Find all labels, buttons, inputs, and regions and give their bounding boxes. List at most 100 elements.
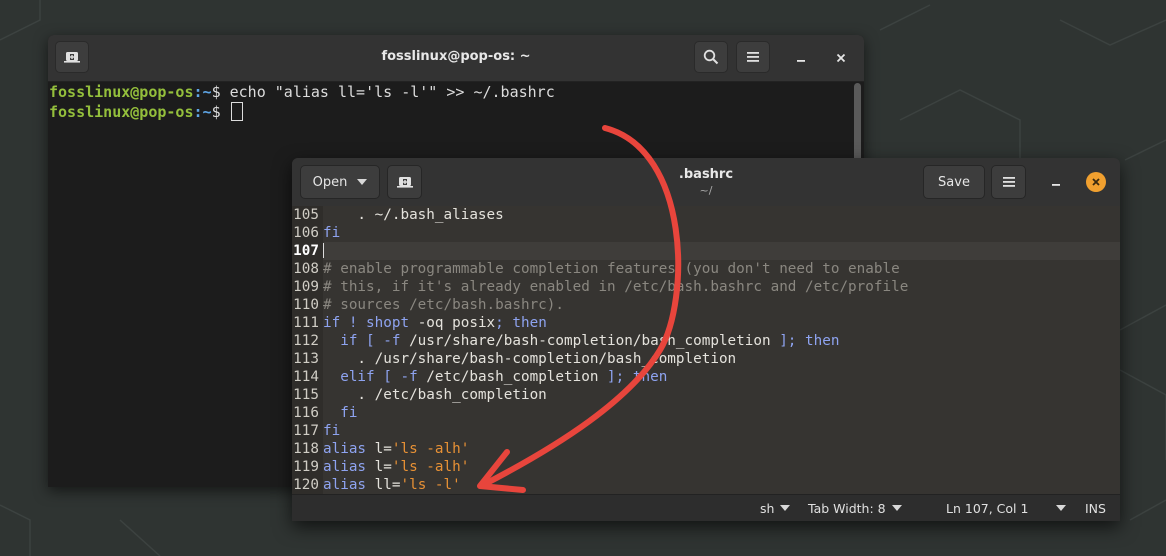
code-token: 'ls -l'	[400, 477, 461, 493]
editor-header-bar: Open .bashrc ~/ Save	[292, 158, 1120, 207]
code-line[interactable]: 114 elif [ -f /etc/bash_completion ]; th…	[292, 368, 1120, 386]
code-token: # enable programmable completion feature…	[323, 261, 900, 277]
code-token: alias	[323, 459, 367, 475]
terminal-line: fosslinux@pop-os:~$ echo "alias ll='ls -…	[48, 82, 852, 102]
code-line[interactable]: 113 . /usr/share/bash-completion/bash_co…	[292, 350, 1120, 368]
code-token: fi	[323, 405, 358, 421]
code-token: ll=	[366, 477, 401, 493]
code-token: alias	[323, 477, 367, 493]
line-number: 115	[292, 386, 323, 404]
minimize-button[interactable]	[1045, 171, 1067, 193]
close-icon	[1092, 178, 1100, 186]
code-token: 'ls -alh'	[391, 441, 470, 457]
code-line[interactable]: 108 # enable programmable completion feat…	[292, 260, 1120, 278]
code-token: . /usr/share/bash-completion/bash_comple…	[323, 351, 737, 367]
code-token: . /etc/bash_completion	[323, 387, 547, 403]
line-number: 108	[292, 260, 323, 278]
save-button[interactable]: Save	[923, 165, 985, 199]
line-number: 114	[292, 368, 323, 386]
chevron-down-icon	[891, 505, 902, 511]
editor-menu-button[interactable]	[991, 165, 1026, 199]
prompt-symbol: $	[211, 83, 230, 101]
line-number: 107	[292, 242, 323, 260]
line-number: 113	[292, 350, 323, 368]
code-line[interactable]: 118 alias l='ls -alh'	[292, 440, 1120, 458]
line-number: 117	[292, 422, 323, 440]
code-token: ; then	[495, 315, 547, 331]
code-token: /etc/bash_completion	[426, 369, 599, 385]
line-number: 118	[292, 440, 323, 458]
code-line[interactable]: 117 fi	[292, 422, 1120, 440]
code-token: # sources /etc/bash.bashrc).	[323, 297, 565, 313]
line-number: 120	[292, 476, 323, 494]
terminal-cursor	[230, 102, 243, 121]
insert-mode-indicator[interactable]: INS	[1085, 501, 1106, 516]
line-number: 110	[292, 296, 323, 314]
terminal-line: fosslinux@pop-os:~$	[48, 102, 852, 122]
code-token: fi	[323, 225, 341, 241]
code-line[interactable]: 111 if ! shopt -oq posix; then	[292, 314, 1120, 332]
language-label: sh	[760, 501, 775, 516]
line-number: 119	[292, 458, 323, 476]
code-token: if	[323, 315, 341, 331]
prompt-user: fosslinux@pop-os	[49, 103, 194, 121]
code-token: alias	[323, 441, 367, 457]
code-token: l=	[366, 441, 392, 457]
code-token: l=	[366, 459, 392, 475]
code-token: shopt	[366, 315, 410, 331]
code-token: /usr/share/bash-completion/bash_completi…	[409, 333, 771, 349]
code-token: . ~/.bash_aliases	[323, 207, 504, 223]
save-button-label: Save	[938, 174, 970, 190]
code-token: fi	[323, 423, 341, 439]
chevron-down-icon	[780, 505, 791, 511]
code-token: # this, if it's already enabled in /etc/…	[323, 279, 909, 295]
tab-width-selector[interactable]: Tab Width: 8	[808, 501, 902, 516]
hamburger-icon	[747, 52, 759, 62]
code-line[interactable]: 109 # this, if it's already enabled in /e…	[292, 278, 1120, 296]
minimize-button[interactable]	[790, 47, 812, 69]
command-text: echo "alias ll='ls -l'" >> ~/.bashrc	[229, 83, 555, 101]
code-token: ]; then	[770, 333, 840, 349]
status-bar: sh Tab Width: 8 Ln 107, Col 1 INS	[292, 494, 1120, 521]
search-icon	[703, 49, 719, 65]
close-button[interactable]	[830, 47, 852, 69]
minimize-icon	[797, 60, 805, 62]
code-editor[interactable]: 105 . ~/.bash_aliases 106 fi 107 108 # enable…	[292, 206, 1120, 494]
line-number: 116	[292, 404, 323, 422]
code-line[interactable]: 115 . /etc/bash_completion	[292, 386, 1120, 404]
code-line[interactable]: 120 alias ll='ls -l'	[292, 476, 1120, 494]
hamburger-icon	[1002, 177, 1015, 187]
code-token: -oq posix	[409, 315, 496, 331]
terminal-menu-button[interactable]	[736, 41, 770, 73]
code-line[interactable]: 110 # sources /etc/bash.bashrc).	[292, 296, 1120, 314]
text-editor-window[interactable]: Open .bashrc ~/ Save 105 . ~/.bash_alias…	[292, 158, 1120, 521]
close-icon	[836, 53, 846, 63]
prompt-symbol: $	[211, 103, 230, 121]
code-line[interactable]: 112 if [ -f /usr/share/bash-completion/b…	[292, 332, 1120, 350]
line-number: 111	[292, 314, 323, 332]
cursor-position-label: Ln 107, Col 1	[946, 501, 1029, 516]
prompt-path: :~	[193, 103, 212, 121]
code-line[interactable]: 107	[292, 242, 1120, 260]
chevron-down-icon	[1056, 505, 1067, 511]
close-button[interactable]	[1086, 172, 1106, 192]
code-token: elif [ -f	[323, 369, 427, 385]
code-token: if [ -f	[323, 333, 410, 349]
minimize-icon	[1052, 184, 1060, 186]
line-number: 112	[292, 332, 323, 350]
terminal-header-bar: fosslinux@pop-os: ~	[48, 35, 864, 82]
code-token: ]; then	[598, 369, 668, 385]
code-line[interactable]: 105 . ~/.bash_aliases	[292, 206, 1120, 224]
code-line[interactable]: 116 fi	[292, 404, 1120, 422]
language-selector[interactable]: sh	[760, 501, 791, 516]
code-line[interactable]: 106 fi	[292, 224, 1120, 242]
tab-width-label: Tab Width: 8	[808, 501, 886, 516]
cursor-position-selector[interactable]: Ln 107, Col 1	[946, 501, 1067, 516]
prompt-path: :~	[193, 83, 212, 101]
line-number: 109	[292, 278, 323, 296]
code-line[interactable]: 119 alias l='ls -alh'	[292, 458, 1120, 476]
search-button[interactable]	[694, 41, 728, 73]
prompt-user: fosslinux@pop-os	[49, 83, 194, 101]
